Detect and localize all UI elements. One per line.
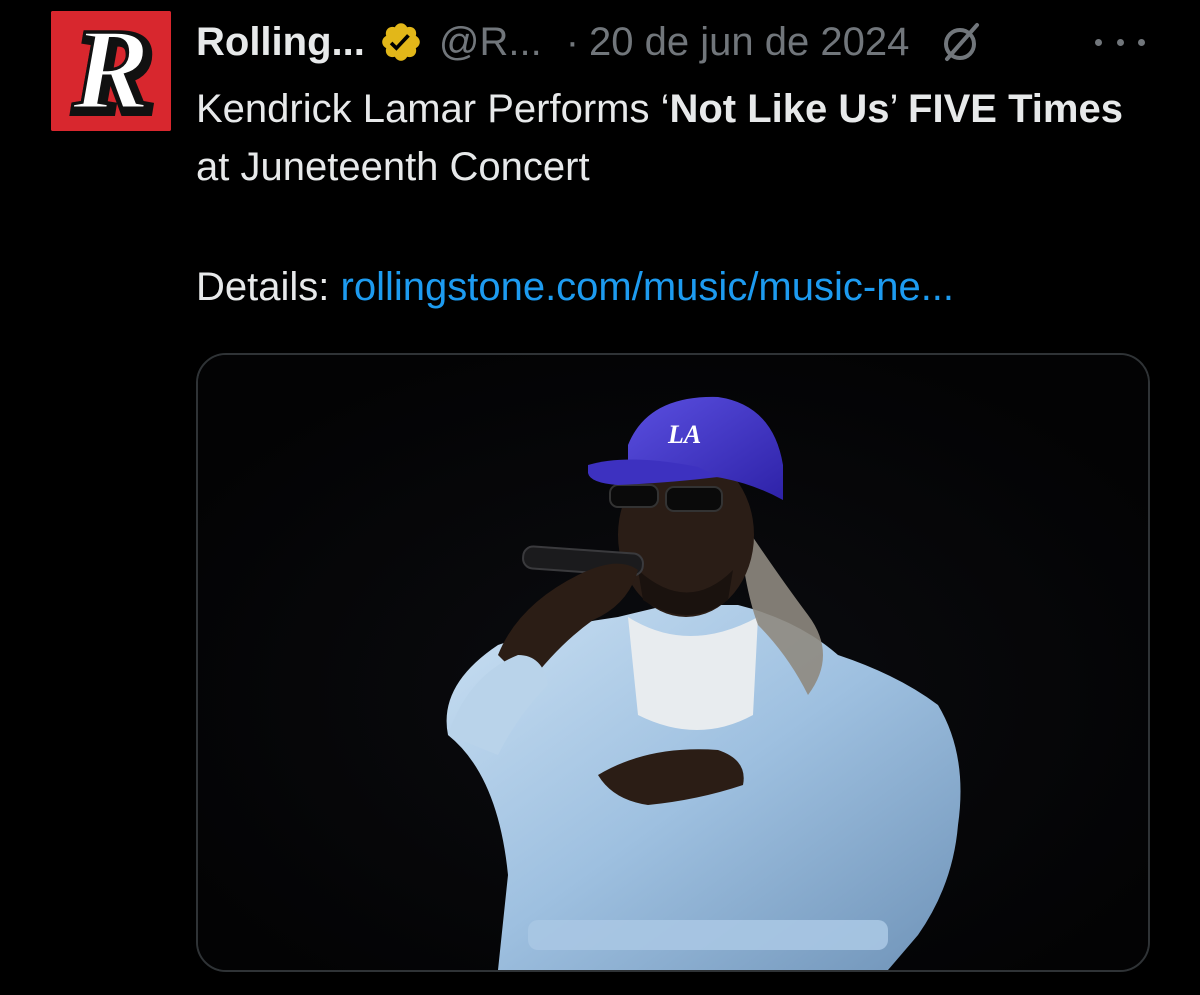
more-dot: [1116, 38, 1124, 46]
more-options-icon[interactable]: [1095, 20, 1145, 64]
avatar-letter: R: [71, 11, 149, 131]
display-name[interactable]: Rolling...: [196, 16, 365, 68]
separator-dot: ·: [565, 20, 580, 64]
tweet-text-bold1: Not Like Us: [669, 87, 890, 131]
tweet-text: Kendrick Lamar Performs ‘Not Like Us’ FI…: [196, 80, 1136, 196]
details-label: Details:: [196, 265, 341, 309]
waistband: [528, 920, 888, 950]
article-link[interactable]: rollingstone.com/music/music-ne...: [341, 265, 955, 309]
glasses-right: [665, 486, 723, 512]
tweet-date[interactable]: 20 de jun de 2024: [589, 16, 909, 68]
cap-logo: LA: [667, 420, 701, 449]
tweet-media[interactable]: LA: [196, 353, 1150, 972]
details-line: Details: rollingstone.com/music/music-ne…: [196, 258, 954, 316]
verified-badge-icon[interactable]: [379, 20, 423, 64]
avatar[interactable]: R R: [51, 11, 171, 131]
tweet-text-part1: Kendrick Lamar Performs ‘: [196, 87, 670, 131]
more-dot: [1095, 38, 1102, 46]
tweet-text-part3: at Juneteenth Concert: [196, 145, 590, 189]
tweet-text-bold2: FIVE Times: [908, 87, 1123, 131]
handle[interactable]: @R...: [439, 16, 542, 68]
tweet[interactable]: R R Rolling... @R... · 20 de jun de 2024…: [0, 0, 1200, 995]
performer-photo: LA: [198, 355, 1148, 970]
rolling-stone-logo: R R: [51, 11, 171, 131]
more-dot: [1138, 38, 1145, 46]
grok-icon[interactable]: [939, 20, 983, 64]
tweet-text-part2: ’: [889, 87, 909, 131]
tweet-header: Rolling... @R... · 20 de jun de 2024: [196, 16, 983, 68]
glasses-left: [609, 484, 659, 508]
